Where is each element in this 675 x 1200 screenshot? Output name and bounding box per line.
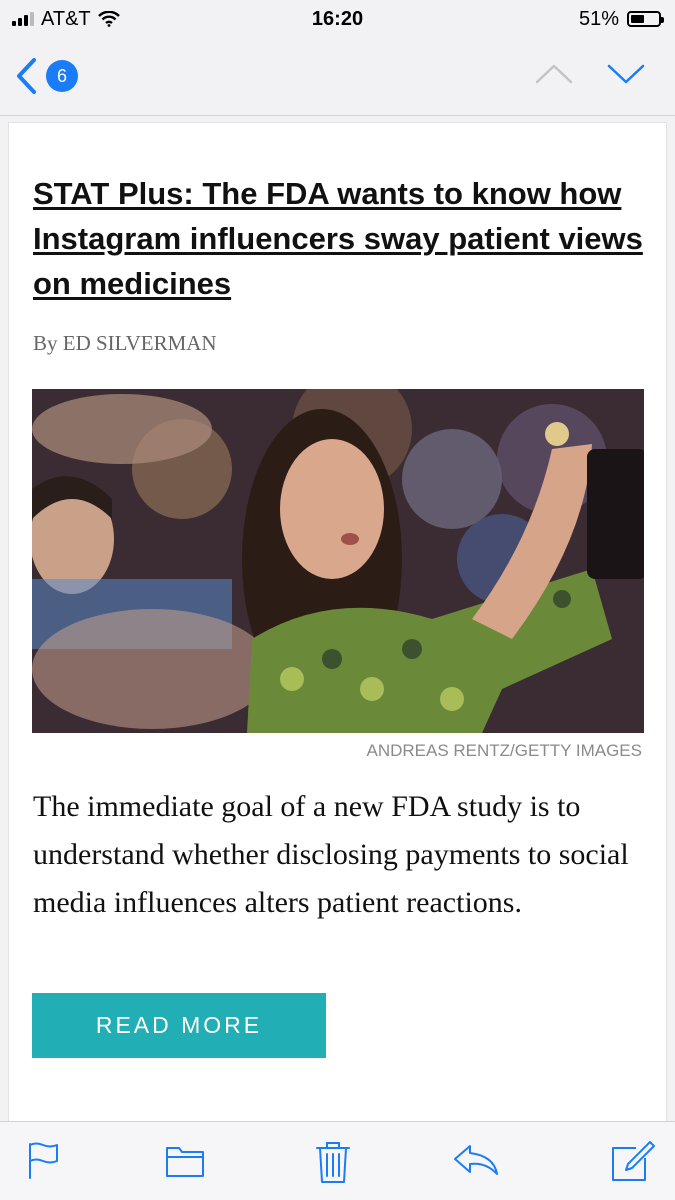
- status-left: AT&T: [0, 8, 120, 31]
- battery-percent: 51%: [578, 7, 619, 30]
- battery-icon: [627, 11, 664, 27]
- battery-fill: [631, 15, 644, 23]
- trash-icon[interactable]: [314, 1140, 352, 1184]
- chevron-up-icon[interactable]: [534, 60, 574, 88]
- unread-count-badge: 6: [46, 60, 78, 92]
- photo-illustration: [32, 389, 644, 733]
- read-more-button[interactable]: READ MORE: [32, 993, 326, 1058]
- article-headline-link[interactable]: STAT Plus: The FDA wants to know how Ins…: [33, 171, 643, 306]
- reply-icon[interactable]: [452, 1140, 500, 1180]
- battery-cap: [661, 17, 664, 23]
- photo-credit: ANDREAS RENTZ/GETTY IMAGES: [366, 741, 642, 760]
- status-bar: AT&T 16:20 51%: [0, 0, 675, 38]
- carrier-label: AT&T: [41, 7, 91, 30]
- email-content-card: STAT Plus: The FDA wants to know how Ins…: [8, 122, 667, 1122]
- back-button[interactable]: 6: [14, 56, 78, 96]
- mail-nav-bar: 6: [0, 38, 675, 116]
- wifi-icon: [97, 11, 120, 27]
- mail-toolbar: [0, 1121, 675, 1200]
- article-summary: The immediate goal of a new FDA study is…: [33, 790, 629, 919]
- chevron-down-icon[interactable]: [606, 60, 646, 88]
- article-photo[interactable]: [32, 389, 644, 733]
- folder-icon[interactable]: [164, 1140, 206, 1180]
- article-byline: By ED SILVERMAN: [33, 331, 217, 355]
- flag-icon[interactable]: [26, 1140, 62, 1180]
- status-right: 51%: [579, 8, 675, 31]
- chevron-left-icon: [17, 58, 36, 94]
- compose-icon[interactable]: [610, 1140, 656, 1182]
- signal-icon: [12, 12, 34, 26]
